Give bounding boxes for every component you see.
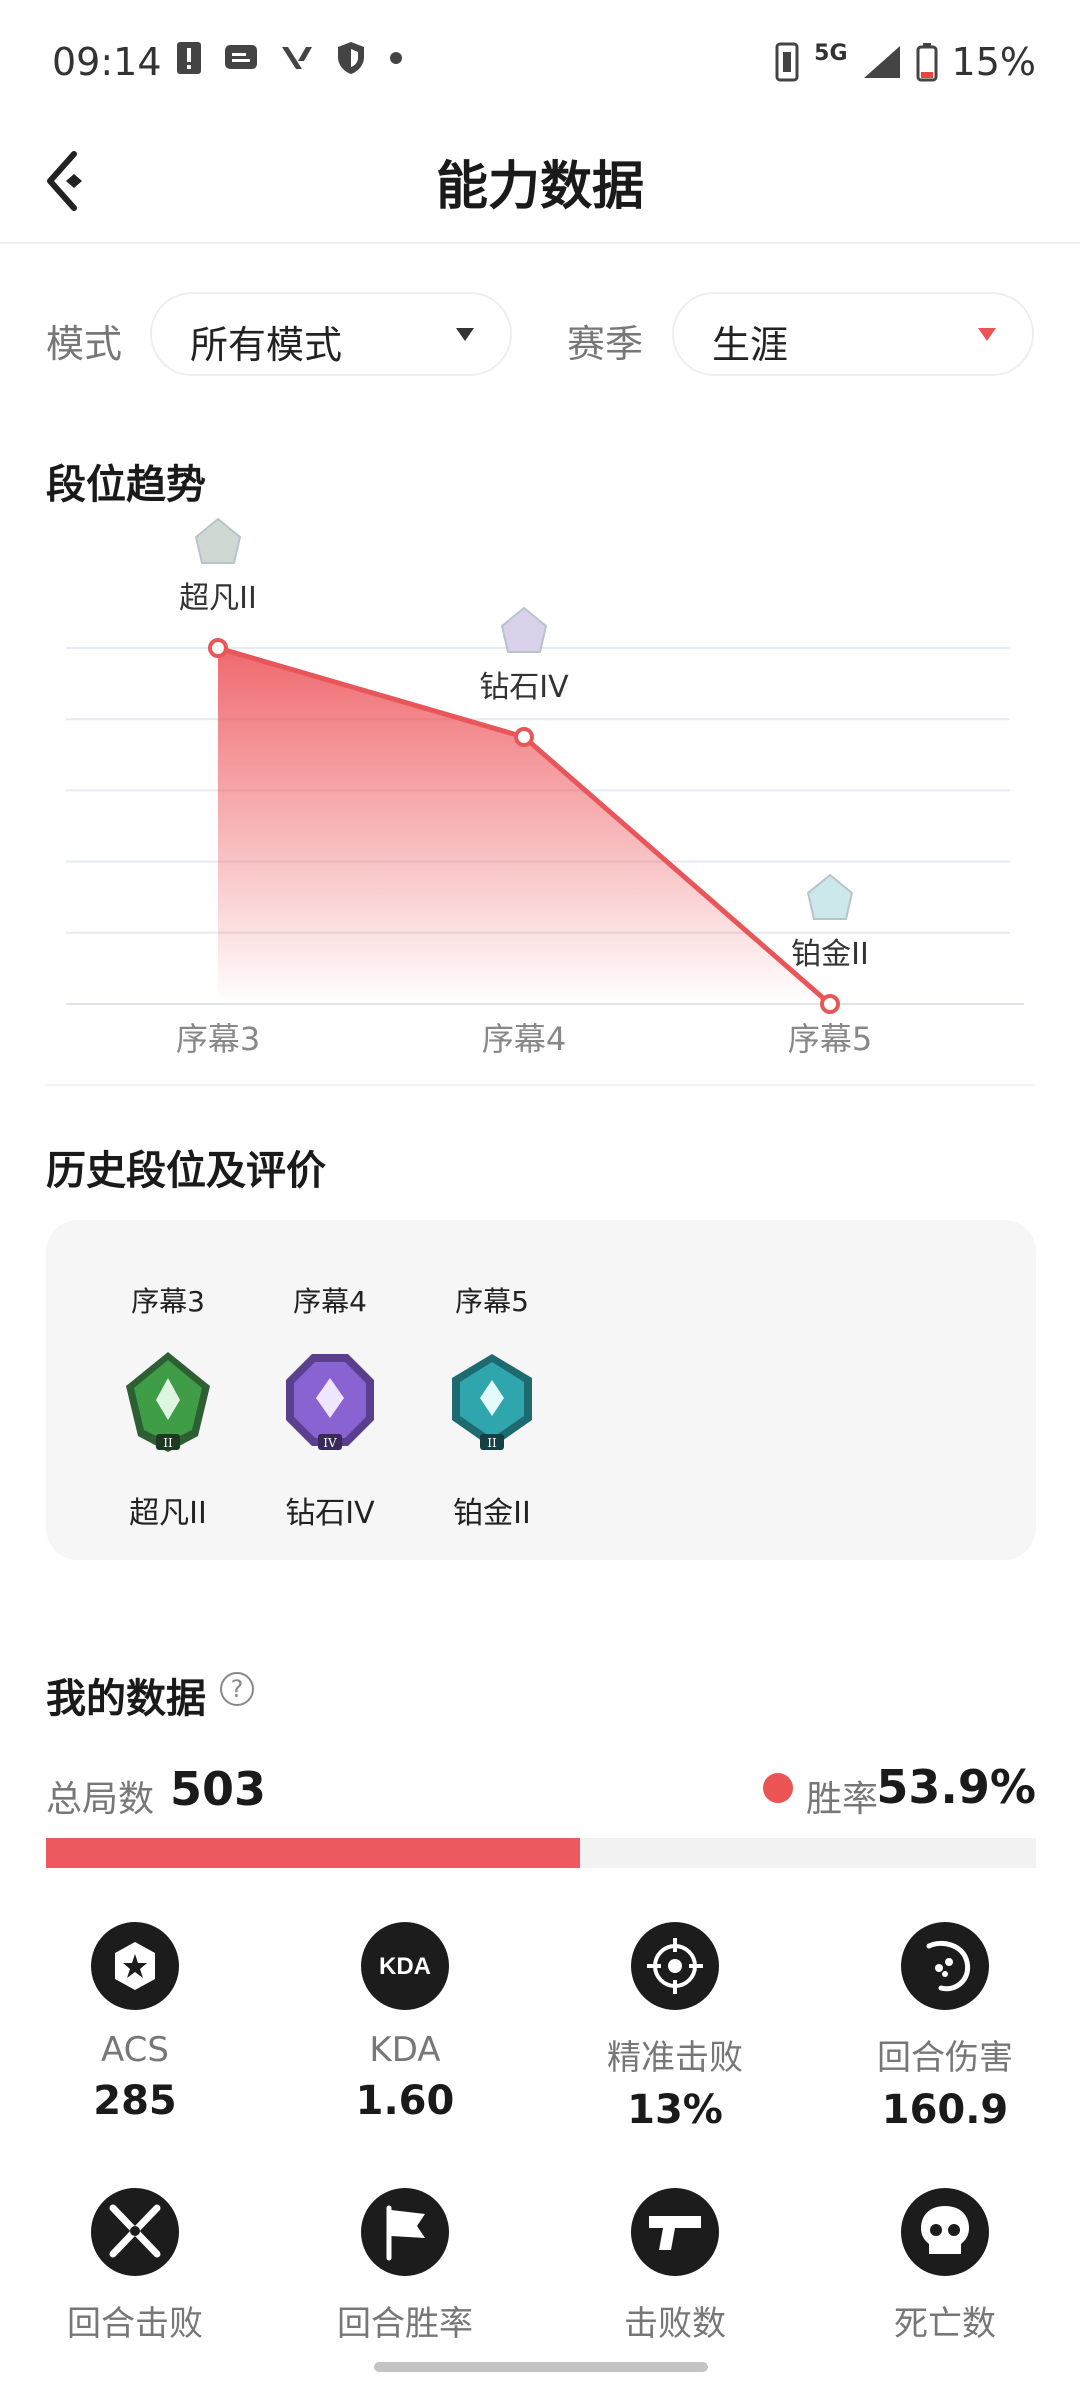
history-season: 序幕5 bbox=[455, 1285, 529, 1318]
stat-value: 160.9 bbox=[881, 2087, 1009, 2133]
skull-icon bbox=[901, 2188, 989, 2276]
season-select[interactable]: 生涯 bbox=[672, 292, 1034, 376]
history-title: 历史段位及评价 bbox=[46, 1148, 326, 1194]
alert-icon bbox=[177, 42, 201, 74]
rank-badge-platinum-icon: II bbox=[452, 1354, 532, 1450]
win-rate-dot bbox=[763, 1773, 793, 1803]
win-rate-value: 53.9% bbox=[876, 1760, 1036, 1814]
home-indicator[interactable] bbox=[374, 2362, 708, 2372]
page-title: 能力数据 bbox=[435, 157, 644, 217]
help-icon[interactable]: ? bbox=[220, 1672, 254, 1706]
network-label: 5G bbox=[814, 41, 848, 66]
stat-round-winrate[interactable]: 回合胜率 bbox=[270, 2188, 540, 2345]
stat-damage[interactable]: 回合伤害 160.9 bbox=[810, 1922, 1080, 2133]
badge-tier: II bbox=[487, 1436, 497, 1450]
mode-select[interactable]: 所有模式 bbox=[150, 292, 512, 376]
rank-badge-diamond-icon: IV bbox=[286, 1354, 374, 1450]
signal-icon bbox=[863, 46, 900, 78]
rank-label: 超凡II bbox=[179, 581, 257, 616]
chevron-down-icon bbox=[456, 328, 474, 341]
status-icons bbox=[176, 40, 404, 76]
history-card: 序幕3 II 超凡II 序幕4 IV 钻石IV 序幕5 II 铂金II bbox=[46, 1220, 1036, 1560]
stat-acs[interactable]: ACS 285 bbox=[0, 1922, 270, 2124]
acs-star-icon bbox=[91, 1922, 179, 2010]
my-data-title: 我的数据 bbox=[46, 1676, 206, 1722]
badge-tier: II bbox=[163, 1436, 173, 1450]
stat-round-kills[interactable]: 回合击败 bbox=[0, 2188, 270, 2345]
mode-label: 模式 bbox=[46, 322, 123, 366]
stat-label: 击败数 bbox=[624, 2304, 726, 2344]
stat-label: 死亡数 bbox=[894, 2304, 996, 2344]
chevron-down-icon bbox=[978, 328, 996, 341]
message-icon bbox=[225, 45, 257, 69]
stat-headshot[interactable]: 精准击败 13% bbox=[540, 1922, 810, 2133]
dot-icon bbox=[390, 52, 402, 64]
kda-icon: KDA bbox=[361, 1922, 449, 2010]
header-divider bbox=[0, 242, 1080, 244]
stat-label: ACS bbox=[101, 2030, 169, 2070]
x-tick-label: 序幕4 bbox=[482, 1020, 566, 1058]
valorant-icon bbox=[282, 47, 312, 69]
stat-value: 13% bbox=[627, 2087, 723, 2133]
rank-gem-icon bbox=[806, 873, 854, 920]
stat-label: 回合胜率 bbox=[337, 2304, 473, 2344]
pistol-icon bbox=[631, 2188, 719, 2276]
stat-label: 回合击败 bbox=[67, 2304, 203, 2344]
battery-icon bbox=[916, 43, 938, 82]
x-tick-label: 序幕3 bbox=[176, 1020, 260, 1058]
damage-icon bbox=[901, 1922, 989, 2010]
stat-label: KDA bbox=[369, 2030, 441, 2070]
rank-gem-icon bbox=[500, 606, 548, 653]
stat-kda[interactable]: KDA KDA 1.60 bbox=[270, 1922, 540, 2124]
win-rate-bar-fill bbox=[46, 1838, 580, 1868]
stat-label: 精准击败 bbox=[607, 2038, 743, 2078]
stat-value: 285 bbox=[93, 2078, 177, 2124]
season-select-value: 生涯 bbox=[712, 323, 789, 367]
rank-trend-chart: 超凡II 序幕3 钻石IV 序幕4 铂金II 序幕5 bbox=[66, 517, 1024, 1058]
rank-gem-icon bbox=[194, 517, 242, 564]
season-label: 赛季 bbox=[567, 322, 644, 366]
data-point bbox=[820, 994, 840, 1014]
vibrate-icon bbox=[775, 42, 799, 82]
stat-value: 1.60 bbox=[355, 2078, 455, 2124]
flag-icon bbox=[361, 2188, 449, 2276]
crosshair-icon bbox=[631, 1922, 719, 2010]
total-games-label: 总局数 bbox=[46, 1779, 155, 1820]
battery-text: 15% bbox=[951, 40, 1036, 84]
win-rate-bar bbox=[46, 1838, 1036, 1868]
total-games-value: 503 bbox=[170, 1762, 267, 1816]
data-point bbox=[514, 727, 534, 747]
chart-divider bbox=[46, 1084, 1034, 1086]
history-rank: 铂金II bbox=[453, 1496, 531, 1531]
rank-label: 钻石IV bbox=[479, 670, 569, 705]
x-tick-label: 序幕5 bbox=[788, 1020, 872, 1058]
crossed-blades-icon bbox=[91, 2188, 179, 2276]
rank-badge-ascendant-icon: II bbox=[126, 1352, 210, 1452]
stat-kills[interactable]: 击败数 bbox=[540, 2188, 810, 2345]
badge-tier: IV bbox=[323, 1436, 337, 1450]
mode-select-value: 所有模式 bbox=[190, 323, 343, 367]
stat-deaths[interactable]: 死亡数 bbox=[810, 2188, 1080, 2345]
win-rate-label: 胜率 bbox=[806, 1779, 879, 1820]
shield-icon bbox=[338, 42, 364, 74]
status-time: 09:14 bbox=[52, 40, 162, 84]
status-right: 5G 15% bbox=[774, 40, 1036, 84]
data-point bbox=[208, 638, 228, 658]
stat-label: 回合伤害 bbox=[877, 2038, 1013, 2078]
svg-text:KDA: KDA bbox=[379, 1953, 431, 1980]
rank-label: 铂金II bbox=[791, 937, 869, 972]
